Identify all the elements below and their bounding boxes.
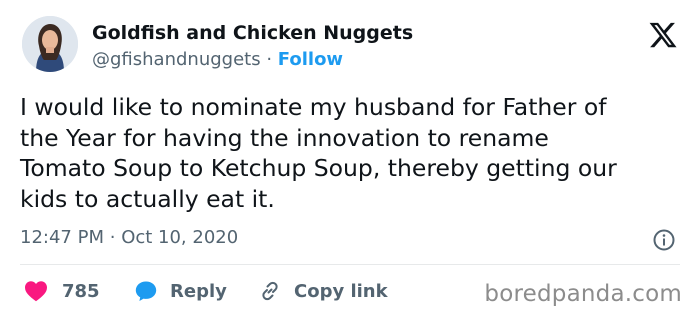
link-icon	[262, 281, 278, 301]
copy-link-label: Copy link	[294, 280, 388, 302]
copy-link-button[interactable]: Copy link	[258, 277, 388, 305]
tweet-header: Goldfish and Chicken Nuggets @gfishandnu…	[20, 16, 680, 80]
tweet-meta: 12:47 PM · Oct 10, 2020	[20, 227, 680, 253]
heart-icon	[25, 281, 47, 302]
info-icon[interactable]	[652, 228, 676, 252]
follow-button[interactable]: Follow	[278, 49, 343, 70]
like-button[interactable]: 785	[24, 277, 100, 305]
author-handle-row: @gfishandnuggets · Follow	[92, 49, 343, 70]
reply-button[interactable]: Reply	[134, 277, 227, 305]
speech-bubble-icon	[135, 281, 157, 301]
reply-label: Reply	[170, 280, 227, 302]
tweet-text: I would like to nominate my husband for …	[20, 93, 617, 213]
tweet-time[interactable]: 12:47 PM	[20, 227, 104, 248]
handle-separator: ·	[266, 49, 273, 70]
date-separator: ·	[109, 227, 116, 248]
watermark: boredpanda.com	[484, 281, 682, 307]
author-name[interactable]: Goldfish and Chicken Nuggets	[92, 22, 413, 44]
avatar[interactable]	[22, 16, 78, 72]
x-logo-icon[interactable]	[648, 20, 678, 50]
avatar-photo	[22, 16, 78, 72]
divider	[20, 264, 680, 265]
author-handle[interactable]: @gfishandnuggets	[92, 49, 261, 70]
like-count: 785	[62, 280, 100, 302]
tweet-date[interactable]: Oct 10, 2020	[121, 227, 238, 248]
